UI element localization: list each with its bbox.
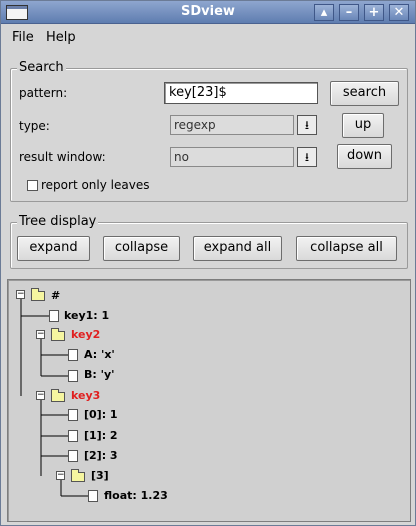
file-icon — [68, 370, 78, 382]
tree-node-key2-b[interactable]: B: 'y' — [84, 368, 115, 381]
file-icon — [68, 409, 78, 421]
pattern-input[interactable]: key[23]$ — [164, 82, 318, 104]
tree-display-group-title: Tree display — [17, 214, 99, 229]
tree-view[interactable]: − # key1: 1 − key2 A: 'x' B: 'y' − key3 … — [7, 279, 411, 522]
tree-node-key3-0[interactable]: [0]: 1 — [84, 408, 118, 421]
result-window-dropdown-arrow-icon[interactable]: ⭳ — [297, 147, 317, 167]
menu-file[interactable]: File — [12, 30, 34, 45]
tree-node-key2-a[interactable]: A: 'x' — [84, 348, 115, 361]
tree-node-root[interactable]: # — [51, 289, 60, 302]
collapse-root-toggle[interactable]: − — [16, 290, 25, 299]
tree-node-key3-2[interactable]: [2]: 3 — [84, 449, 118, 462]
file-icon — [68, 430, 78, 442]
collapse-button[interactable]: collapse — [103, 236, 180, 261]
sdview-window: SDview ▴ – + ✕ File Help Search pattern:… — [0, 0, 416, 526]
folder-icon — [51, 389, 65, 402]
search-button[interactable]: search — [330, 81, 399, 106]
type-dropdown-arrow-icon[interactable]: ⭳ — [297, 115, 317, 135]
collapse-key2-toggle[interactable]: − — [36, 330, 45, 339]
pattern-label: pattern: — [19, 86, 68, 100]
result-window-label: result window: — [19, 150, 106, 164]
maximize-button[interactable]: + — [364, 4, 384, 21]
tree-node-float[interactable]: float: 1.23 — [104, 489, 168, 502]
tree-node-key3-1[interactable]: [1]: 2 — [84, 429, 118, 442]
file-icon — [49, 310, 59, 322]
shade-button[interactable]: ▴ — [314, 4, 334, 21]
file-icon — [68, 349, 78, 361]
up-button[interactable]: up — [342, 113, 384, 138]
collapse-all-button[interactable]: collapse all — [296, 236, 397, 261]
tree-display-group: Tree display expand collapse expand all … — [10, 214, 408, 269]
type-select[interactable]: regexp — [170, 115, 294, 135]
tree-node-key2[interactable]: key2 — [71, 328, 100, 341]
minimize-button[interactable]: – — [339, 4, 359, 21]
close-button[interactable]: ✕ — [389, 4, 409, 21]
folder-icon — [51, 328, 65, 341]
result-window-select[interactable]: no — [170, 147, 294, 167]
expand-all-button[interactable]: expand all — [193, 236, 282, 261]
report-only-leaves-label: report only leaves — [41, 178, 150, 192]
tree-node-key3-3[interactable]: [3] — [91, 469, 109, 482]
report-only-leaves-checkbox[interactable] — [27, 180, 38, 191]
file-icon — [68, 450, 78, 462]
menu-help[interactable]: Help — [46, 30, 76, 45]
folder-icon — [71, 469, 85, 482]
tree-node-key1[interactable]: key1: 1 — [64, 309, 109, 322]
type-label: type: — [19, 119, 50, 133]
menu-bar: File Help — [2, 25, 414, 49]
tree-node-key3[interactable]: key3 — [71, 389, 100, 402]
search-group-title: Search — [17, 60, 66, 75]
title-bar[interactable]: SDview ▴ – + ✕ — [1, 1, 415, 24]
down-button[interactable]: down — [337, 144, 392, 169]
expand-button[interactable]: expand — [17, 236, 90, 261]
file-icon — [88, 490, 98, 502]
search-group: Search pattern: key[23]$ search type: re… — [10, 60, 408, 202]
collapse-key3-3-toggle[interactable]: − — [56, 471, 65, 480]
collapse-key3-toggle[interactable]: − — [36, 391, 45, 400]
folder-icon — [31, 288, 45, 301]
